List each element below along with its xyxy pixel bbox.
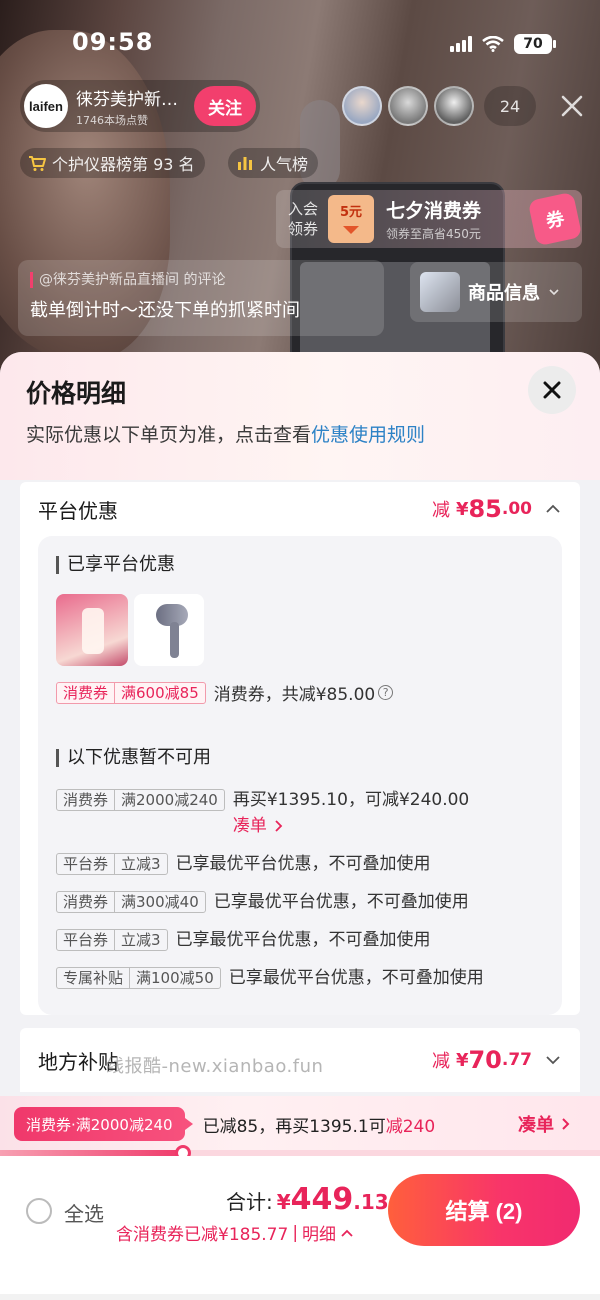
viewer-count[interactable]: 24 bbox=[484, 86, 536, 126]
close-sheet-button[interactable] bbox=[528, 366, 576, 414]
chevron-down-icon bbox=[549, 289, 559, 296]
total-price: 合计: ¥449.13 bbox=[226, 1182, 389, 1217]
popular-label: 人气榜 bbox=[260, 155, 309, 174]
coupon-subtitle: 领券至高省450元 bbox=[386, 227, 481, 241]
chevron-right-icon bbox=[275, 820, 283, 832]
comment-source: @徕芬美护新品直播间 的评论 bbox=[30, 272, 372, 288]
unavailable-item: 专属补贴 满100减50 已享最优平台优惠，不可叠加使用 bbox=[56, 967, 544, 989]
enjoyed-title: 已享平台优惠 bbox=[56, 556, 544, 574]
unavailable-list: 消费券 满2000减240 再买¥1395.10，可减¥240.00 凑单 平台… bbox=[56, 789, 544, 989]
coupon-tag: 平台券 立减3 bbox=[56, 853, 168, 875]
popular-badge[interactable]: 人气榜 bbox=[228, 148, 319, 178]
select-all-label[interactable]: 全选 bbox=[64, 1198, 104, 1227]
host-name: 徕芬美护新… bbox=[76, 89, 178, 110]
product-thumbnail[interactable] bbox=[56, 594, 128, 666]
product-thumbnail bbox=[420, 272, 460, 312]
signal-icon bbox=[450, 36, 472, 52]
viewer-list[interactable]: 24 bbox=[342, 86, 536, 126]
pinned-comment[interactable]: @徕芬美护新品直播间 的评论 截单倒计时～还没下单的抓紧时间 bbox=[18, 260, 384, 336]
unavailable-item: 消费券 满2000减240 再买¥1395.10，可减¥240.00 凑单 bbox=[56, 789, 544, 837]
checkout-button[interactable]: 结算 (2) bbox=[388, 1174, 580, 1246]
watermark: 线报酷-new.xianbao.fun bbox=[106, 1056, 324, 1077]
chevron-down-icon[interactable] bbox=[544, 1051, 562, 1069]
coupon-tag: 消费券 满600减85 bbox=[56, 681, 206, 704]
viewer-avatar[interactable] bbox=[434, 86, 474, 126]
add-items-link[interactable]: 凑单 bbox=[233, 815, 469, 837]
coupon-badge: 券 bbox=[527, 191, 583, 247]
bar-chart-icon bbox=[238, 157, 252, 170]
checkout-bar: 全选 合计: ¥449.13 含消费券已减¥185.77 | 明细 结算 (2) bbox=[0, 1156, 600, 1300]
platform-discount-details: 已享平台优惠 消费券 满600减85 消费券，共减¥85.00 ? 以下优惠暂不… bbox=[38, 536, 562, 1015]
rank-badge[interactable]: 个护仪器榜第 93 名 bbox=[20, 148, 205, 178]
platform-discount-panel: 平台优惠 减 ¥ 85 .00 已享平台优惠 消费券 满600减85 消费券，共… bbox=[20, 482, 580, 1015]
help-icon[interactable]: ? bbox=[378, 685, 394, 700]
platform-discount-header[interactable]: 平台优惠 减 ¥ 85 .00 bbox=[20, 482, 580, 536]
coupon-tag: 专属补贴 满100减50 bbox=[56, 967, 221, 989]
unavailable-item: 消费券 满300减40 已享最优平台优惠，不可叠加使用 bbox=[56, 891, 544, 913]
coupon-ticket: 5元 bbox=[328, 195, 374, 243]
battery-icon: 70 bbox=[514, 34, 556, 54]
promo-strip: 消费券·满2000减240 已减85，再买1395.1可减240 凑单 bbox=[0, 1096, 600, 1152]
platform-discount-amount: 减 ¥ 85 .00 bbox=[432, 495, 562, 523]
enjoyed-coupon: 消费券 满600减85 消费券，共减¥85.00 ? bbox=[56, 680, 544, 705]
chevron-up-icon bbox=[341, 1229, 353, 1237]
cart-icon bbox=[29, 156, 46, 171]
viewer-avatar[interactable] bbox=[388, 86, 428, 126]
coupon-tag: 消费券 满300减40 bbox=[56, 891, 206, 913]
host-card[interactable]: laifen 徕芬美护新… 1746本场点赞 关注 bbox=[20, 80, 260, 132]
unavailable-item: 平台券 立减3 已享最优平台优惠，不可叠加使用 bbox=[56, 853, 544, 875]
product-thumbnails bbox=[56, 594, 544, 666]
chevron-right-icon bbox=[562, 1118, 570, 1130]
saved-summary[interactable]: 含消费券已减¥185.77 | 明细 bbox=[116, 1220, 354, 1245]
detail-link[interactable]: 明细 bbox=[302, 1220, 336, 1245]
unavailable-item: 平台券 立减3 已享最优平台优惠，不可叠加使用 bbox=[56, 929, 544, 951]
follow-button[interactable]: 关注 bbox=[194, 86, 256, 126]
close-icon[interactable] bbox=[558, 92, 586, 120]
sheet-title: 价格明细 bbox=[26, 379, 127, 408]
select-all-checkbox[interactable] bbox=[26, 1198, 52, 1224]
coupon-banner[interactable]: 入会 领券 5元 七夕消费券 领券至高省450元 券 bbox=[276, 190, 583, 248]
sheet-subtitle: 实际优惠以下单页为准，点击查看优惠使用规则 bbox=[26, 424, 426, 446]
coupon-tag: 平台券 立减3 bbox=[56, 929, 168, 951]
host-avatar[interactable]: laifen bbox=[24, 84, 68, 128]
promo-coupon-tag: 消费券·满2000减240 bbox=[14, 1107, 193, 1141]
close-icon bbox=[543, 381, 561, 399]
discount-rules-link[interactable]: 优惠使用规则 bbox=[311, 424, 425, 446]
coupon-tag: 消费券 满2000减240 bbox=[56, 789, 225, 811]
add-items-button[interactable]: 凑单 bbox=[518, 1111, 572, 1137]
status-icons: 70 bbox=[450, 34, 556, 54]
wifi-icon bbox=[482, 36, 504, 52]
local-subsidy-amount: 减 ¥ 70 .77 bbox=[432, 1046, 562, 1074]
viewer-avatar[interactable] bbox=[342, 86, 382, 126]
comment-text: 截单倒计时～还没下单的抓紧时间 bbox=[30, 300, 300, 321]
product-thumbnail[interactable] bbox=[134, 594, 204, 666]
promo-text: 已减85，再买1395.1可减240 bbox=[202, 1116, 436, 1137]
host-likes: 1746本场点赞 bbox=[76, 113, 148, 127]
status-time: 09:58 bbox=[72, 28, 154, 56]
platform-discount-title: 平台优惠 bbox=[38, 498, 118, 523]
rank-label: 个护仪器榜第 93 名 bbox=[52, 155, 195, 174]
unavailable-title: 以下优惠暂不可用 bbox=[56, 749, 544, 767]
coupon-title: 七夕消费券 bbox=[386, 200, 482, 222]
chevron-up-icon[interactable] bbox=[544, 500, 562, 518]
product-info-button[interactable]: 商品信息 bbox=[410, 262, 582, 322]
